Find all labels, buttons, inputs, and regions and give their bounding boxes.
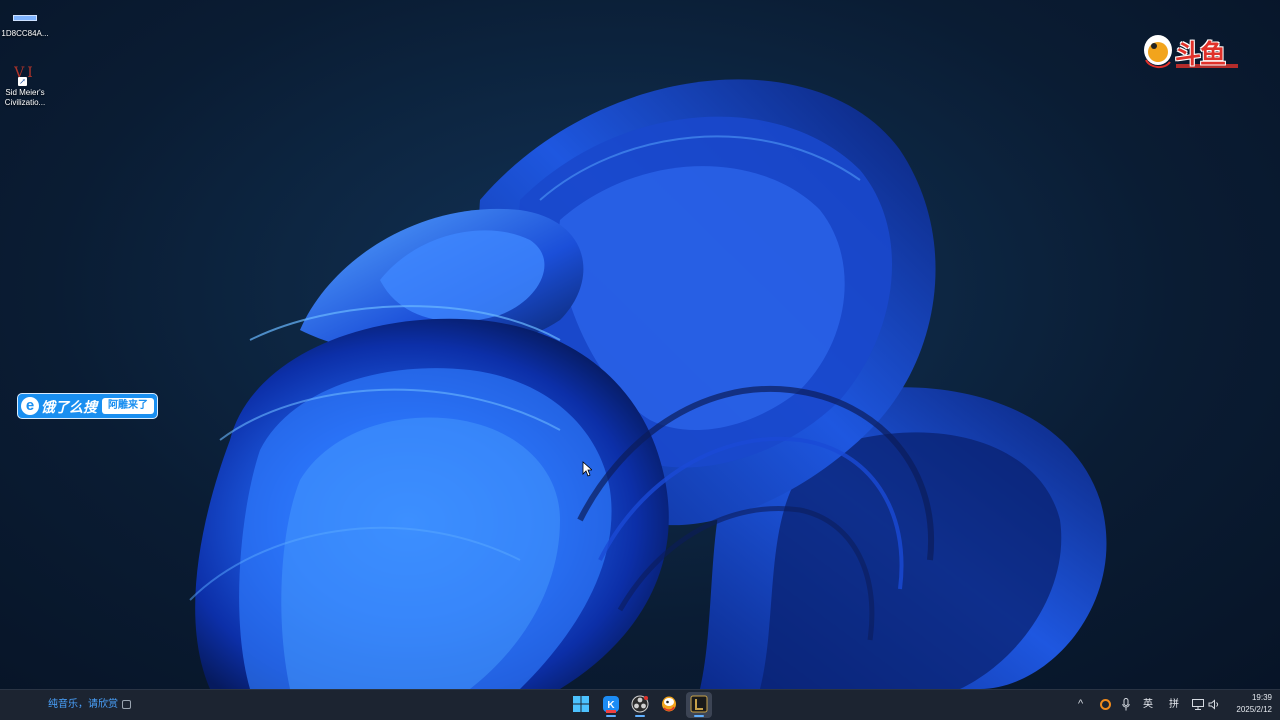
running-indicator [606, 715, 616, 717]
taskbar-app-league[interactable] [686, 692, 712, 718]
tray-browser-icon[interactable] [1100, 699, 1111, 710]
desktop-icon-label: Sid Meier's Civilizatio... [4, 88, 46, 107]
tray-ime-mode[interactable]: 拼 [1169, 699, 1179, 711]
volume-icon[interactable] [1208, 699, 1220, 710]
desktop-icon-file[interactable]: 1D8CC84A... [0, 15, 53, 39]
tray-overflow-chevron-icon[interactable]: ^ [1078, 698, 1083, 710]
obs-icon [631, 695, 649, 713]
file-icon [13, 15, 37, 21]
windows-start-icon [573, 696, 589, 712]
kugou-icon: K [603, 696, 619, 713]
eleme-banner-title: 饿了么搜 [41, 399, 97, 415]
shortcut-arrow-icon: ↗ [18, 77, 27, 86]
eleme-search-banner[interactable]: e 饿了么搜 阿雕来了 [17, 393, 158, 419]
widget-close-icon[interactable] [122, 700, 131, 709]
eleme-banner-tag: 阿雕来了 [102, 398, 154, 414]
eleme-e-icon: e [21, 397, 39, 415]
taskbar-app-douyu[interactable] [656, 692, 682, 718]
taskbar: 纯音乐，请欣赏 K ^ 英 拼 19:39 2025/2/12 [0, 689, 1280, 720]
civilization-vi-icon: VI ↗ [10, 66, 40, 88]
taskbar-app-obs[interactable] [627, 692, 653, 718]
taskbar-app-kugou[interactable]: K [598, 692, 624, 718]
douyu-logo-text: 斗鱼 [1175, 40, 1226, 70]
clock-date[interactable]: 2025/2/12 [1222, 705, 1272, 715]
running-indicator [635, 715, 645, 717]
desktop[interactable]: 1D8CC84A... VI ↗ Sid Meier's Civilizatio… [0, 0, 1280, 689]
svg-text:K: K [607, 700, 615, 711]
microphone-icon[interactable] [1122, 698, 1130, 711]
tray-language-indicator[interactable]: 英 [1143, 699, 1153, 711]
start-button[interactable] [568, 692, 594, 718]
mouse-cursor-icon [582, 461, 592, 477]
league-of-legends-icon [690, 695, 708, 713]
running-indicator [694, 715, 704, 717]
desktop-icon-civilization[interactable]: VI ↗ Sid Meier's Civilizatio... [0, 66, 53, 108]
desktop-icon-label: 1D8CC84A... [1, 29, 49, 38]
wallpaper-bloom [189, 79, 1107, 689]
taskbar-widget-text[interactable]: 纯音乐，请欣赏 [48, 699, 118, 711]
network-icon[interactable] [1192, 699, 1204, 710]
douyu-icon [662, 696, 676, 712]
clock-time[interactable]: 19:39 [1232, 693, 1272, 703]
